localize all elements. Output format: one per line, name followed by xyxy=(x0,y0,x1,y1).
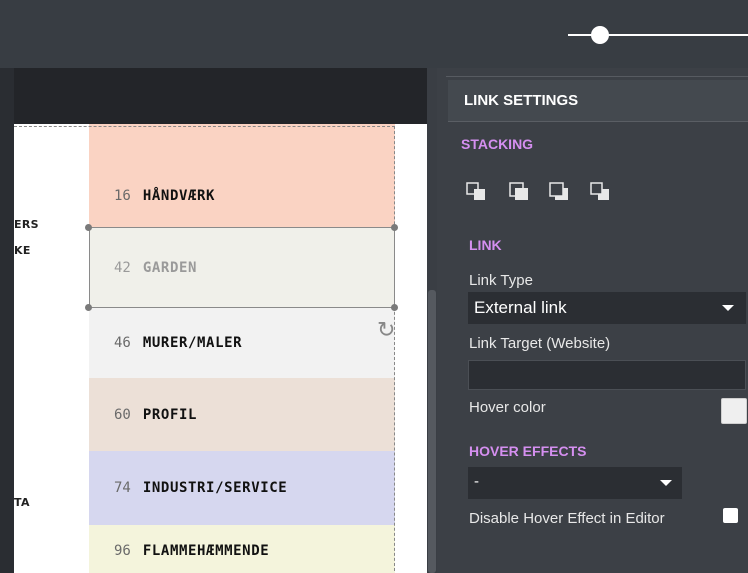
hover-color-label: Hover color xyxy=(469,399,546,416)
link-target-input[interactable] xyxy=(468,360,746,390)
bring-to-front-icon[interactable] xyxy=(466,182,488,202)
send-backward-icon[interactable] xyxy=(549,182,571,202)
row-number: 96 xyxy=(114,543,131,559)
category-row-industri-service[interactable]: 74 INDUSTRI/SERVICE xyxy=(89,451,395,525)
row-label: MURER/MALER xyxy=(142,335,243,351)
category-row-handvaerk[interactable]: 16 HÅNDVÆRK xyxy=(89,124,395,228)
stacking-section-title: STACKING xyxy=(461,136,534,152)
link-type-select[interactable]: External link xyxy=(468,292,746,324)
category-row-murer-maler[interactable]: 46 MURER/MALER xyxy=(89,308,395,378)
category-row-profil[interactable]: 60 PROFIL xyxy=(89,378,395,451)
panel-divider xyxy=(446,76,748,77)
canvas-scrollbar-thumb[interactable] xyxy=(428,290,436,573)
link-type-label: Link Type xyxy=(469,272,533,289)
edge-label: ERS xyxy=(14,218,39,231)
edge-label: TA xyxy=(14,496,30,509)
link-target-label: Link Target (Website) xyxy=(469,335,611,352)
hover-color-swatch[interactable] xyxy=(721,398,747,424)
bring-forward-icon[interactable] xyxy=(509,182,531,202)
row-label: FLAMMEHÆMMENDE xyxy=(142,543,270,559)
hover-effect-select[interactable]: - xyxy=(468,467,682,499)
disable-hover-label: Disable Hover Effect in Editor xyxy=(469,510,665,527)
row-number: 74 xyxy=(114,480,131,496)
resize-handle-top-right[interactable] xyxy=(391,224,398,231)
row-number: 46 xyxy=(114,335,131,351)
canvas-header-band xyxy=(14,68,427,124)
send-to-back-icon[interactable] xyxy=(590,182,612,202)
chevron-down-icon xyxy=(660,480,672,486)
chevron-down-icon xyxy=(722,305,734,311)
link-type-value: External link xyxy=(474,298,567,317)
hover-effect-value: - xyxy=(474,473,479,490)
link-section-title: LINK xyxy=(469,237,502,253)
rotate-icon[interactable]: ↻ xyxy=(377,320,399,342)
resize-handle-bottom-right[interactable] xyxy=(391,304,398,311)
resize-handle-bottom-left[interactable] xyxy=(85,304,92,311)
row-label: INDUSTRI/SERVICE xyxy=(142,480,288,496)
row-label: PROFIL xyxy=(142,406,198,423)
disable-hover-checkbox[interactable] xyxy=(723,508,738,523)
edge-label: KE xyxy=(14,244,31,257)
row-number: 16 xyxy=(114,188,131,204)
panel-title: LINK SETTINGS xyxy=(464,92,579,109)
hover-effects-section-title: HOVER EFFECTS xyxy=(469,443,587,459)
row-number: 60 xyxy=(114,406,131,423)
category-row-flammehaemmende[interactable]: 96 FLAMMEHÆMMENDE xyxy=(89,525,395,573)
selection-box[interactable] xyxy=(89,227,395,308)
resize-handle-top-left[interactable] xyxy=(85,224,92,231)
row-label: HÅNDVÆRK xyxy=(142,188,216,204)
